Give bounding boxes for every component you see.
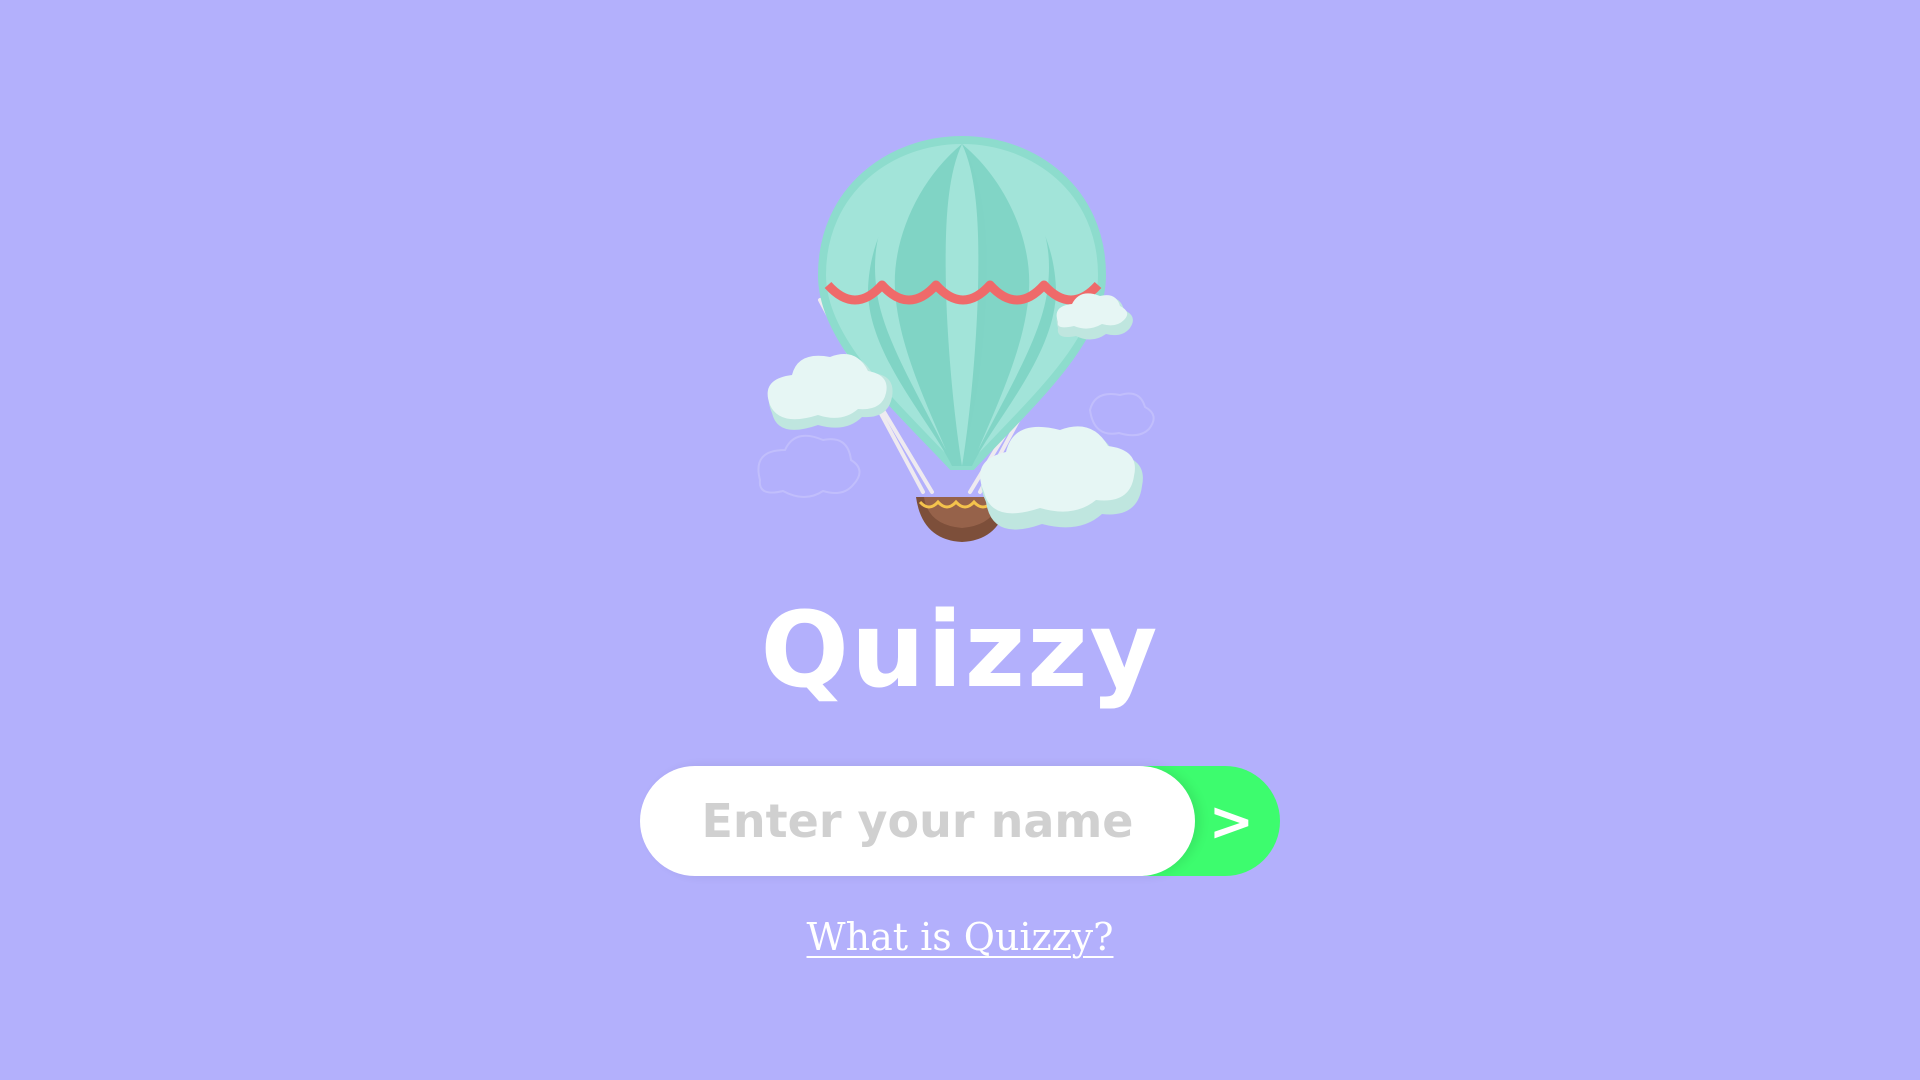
app-title: Quizzy [760,589,1160,711]
landing-page: Quizzy > What is Quizzy? [0,0,1920,1080]
name-input[interactable] [640,766,1195,876]
name-entry-form: > [640,766,1280,876]
cloud-bottom-right [980,426,1143,530]
hot-air-balloon-illustration [757,135,1155,542]
what-is-quizzy-link[interactable]: What is Quizzy? [0,912,1920,962]
